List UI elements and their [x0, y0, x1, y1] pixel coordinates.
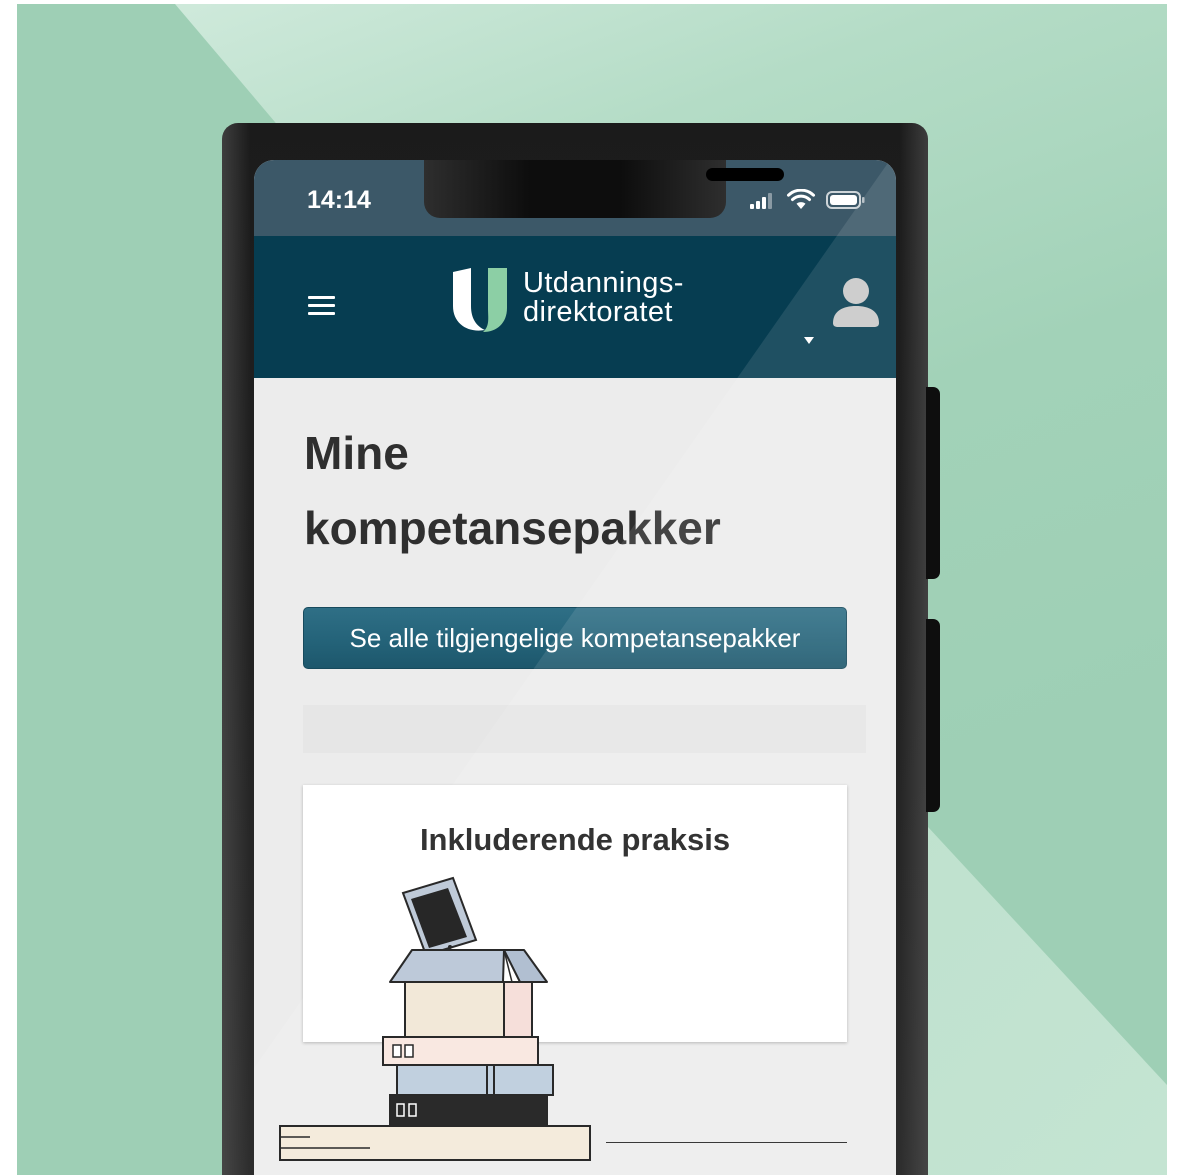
- logo-text-line2: direktoratet: [523, 296, 673, 328]
- footer-divider-line: [606, 1142, 847, 1143]
- logo-text-line1: Utdannings-: [523, 267, 684, 299]
- battery-icon: [826, 191, 865, 209]
- books-and-box-illustration: [279, 876, 591, 1161]
- cellular-signal-icon: [750, 193, 772, 209]
- phone-screen: 14:14 Utdannings- direktoratet Mine komp…: [254, 160, 896, 1175]
- page-title: Mine kompetansepakker: [304, 427, 721, 554]
- caret-down-icon[interactable]: [804, 337, 814, 344]
- udir-logo-mark-icon: [453, 268, 507, 332]
- tablet-icon: [401, 876, 478, 957]
- phone-speaker: [706, 168, 784, 181]
- status-bar: 14:14: [254, 160, 896, 236]
- phone-side-button-upper: [926, 387, 940, 579]
- box-lid: [389, 949, 548, 983]
- main-content: Mine kompetansepakker Se alle tilgjengel…: [254, 378, 896, 1175]
- hamburger-menu-icon[interactable]: [308, 296, 335, 318]
- menu-line: [308, 304, 335, 307]
- package-card-title: Inkluderende praksis: [419, 822, 731, 857]
- logo-text: Utdannings- direktoratet: [523, 269, 684, 327]
- phone-notch: [424, 160, 784, 218]
- udir-logo[interactable]: Utdannings- direktoratet: [450, 266, 683, 334]
- see-all-packages-button[interactable]: Se alle tilgjengelige kompetansepakker: [303, 607, 847, 669]
- wifi-icon: [787, 189, 815, 209]
- section-divider-band: [303, 705, 866, 753]
- user-avatar-icon[interactable]: [830, 276, 882, 328]
- status-time: 14:14: [307, 186, 371, 214]
- app-header: Utdannings- direktoratet: [254, 236, 896, 378]
- phone-side-button-lower: [926, 619, 940, 812]
- menu-line: [308, 296, 335, 299]
- menu-line: [308, 312, 335, 315]
